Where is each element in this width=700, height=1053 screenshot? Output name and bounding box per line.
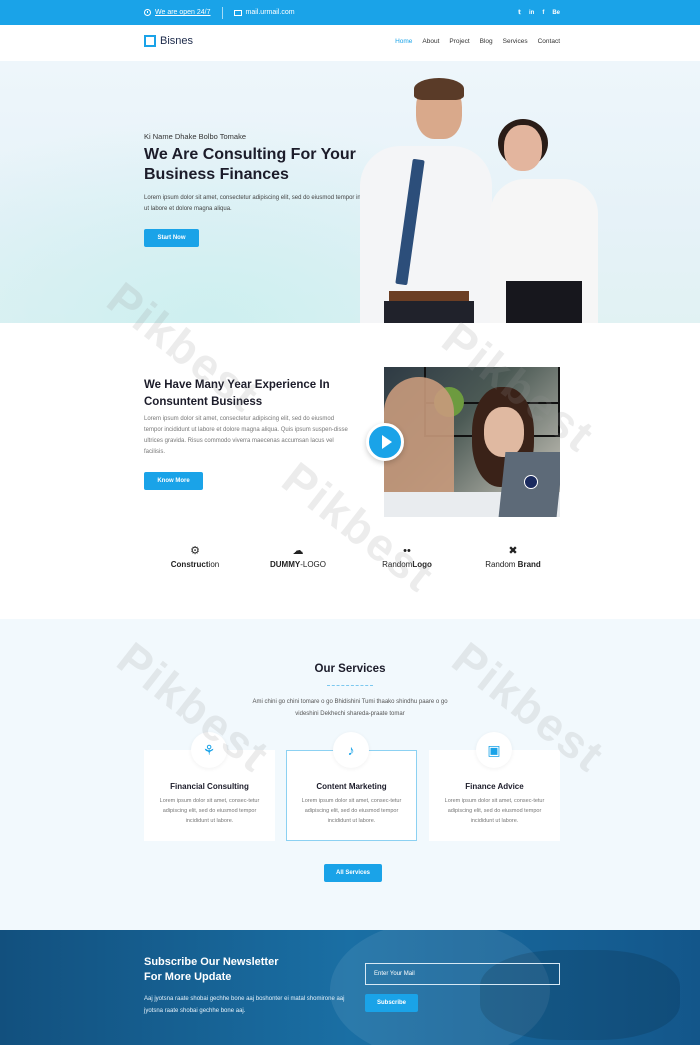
newsletter-section <box>0 930 700 1045</box>
gears-icon: ⚙ <box>190 545 200 557</box>
social-links: 𝕥 in f Be <box>518 0 560 25</box>
services-title: Our Services <box>314 663 386 675</box>
nav-contact[interactable]: Contact <box>538 38 560 45</box>
service-title: Finance Advice <box>465 782 524 791</box>
subscribe-button[interactable]: Subscribe <box>365 994 418 1012</box>
know-more-button[interactable]: Know More <box>144 472 203 490</box>
service-description: Lorem ipsum dolor sit amet, consec-tetur… <box>301 798 402 824</box>
nav-about[interactable]: About <box>422 38 439 45</box>
hero-description: Lorem ipsum dolor sit amet, consectetur … <box>144 195 382 212</box>
service-description: Lorem ipsum dolor sit amet, consec-tetur… <box>444 798 545 824</box>
play-button-icon[interactable] <box>366 423 404 461</box>
top-bar-contact: We are open 24/7 mail.urmail.com <box>144 0 295 25</box>
nav-blog[interactable]: Blog <box>480 38 493 45</box>
hero-kicker: Ki Name Dhake Bolbo Tomake <box>144 132 246 141</box>
clock-icon <box>144 9 151 16</box>
newsletter-email-input[interactable]: Enter Your Mail <box>365 963 560 985</box>
brand-random-brand: ✖ Random Brand <box>468 545 558 569</box>
facebook-icon[interactable]: f <box>542 10 544 16</box>
experience-description: Lorem ipsum dolor sit amet, consectetur … <box>144 416 348 455</box>
top-bar: We are open 24/7 mail.urmail.com 𝕥 in f … <box>0 0 700 25</box>
newsletter-title: Subscribe Our Newsletter For More Update <box>144 955 344 985</box>
glasses-icon: •• <box>403 545 411 557</box>
video-thumbnail[interactable] <box>384 367 560 517</box>
nav-services[interactable]: Services <box>503 38 528 45</box>
brand-label: Random Brand <box>485 560 541 569</box>
hero-title: We Are Consulting For Your Business Fina… <box>144 146 356 183</box>
open-hours-text[interactable]: We are open 24/7 <box>155 9 211 16</box>
hand-money-icon: ⚘ <box>191 732 227 768</box>
video-person-right-face <box>484 407 524 457</box>
navbar: Bisnes Home About Project Blog Services … <box>0 25 700 61</box>
cloud-icon: ☁ <box>292 545 304 557</box>
megaphone-icon: ♪ <box>333 732 369 768</box>
all-services-button[interactable]: All Services <box>324 864 382 882</box>
service-description: Lorem ipsum dolor sit amet, consec-tetur… <box>159 798 260 824</box>
newsletter-title-line2: For More Update <box>144 971 232 983</box>
nav-home[interactable]: Home <box>395 38 412 45</box>
newsletter-description: Aaj jyotsna raate shobai gechhe bone aaj… <box>144 996 345 1014</box>
laptop-logo-icon <box>524 475 538 489</box>
brand-label: RandomLogo <box>382 560 432 569</box>
money-icon: ▣ <box>476 732 512 768</box>
logo-text: Bisnes <box>160 35 194 47</box>
services-divider <box>327 685 373 686</box>
nav-project[interactable]: Project <box>449 38 469 45</box>
experience-title: We Have Many Year Experience In Consunte… <box>144 379 330 408</box>
brand-label-bold: Construction <box>170 560 220 569</box>
hero-man-pants <box>384 301 474 323</box>
email-text[interactable]: mail.urmail.com <box>246 9 295 16</box>
newsletter-title-line1: Subscribe Our Newsletter <box>144 956 279 968</box>
hero-section: Ki Name Dhake Bolbo Tomake We Are Consul… <box>0 61 700 323</box>
logo-mark-icon <box>144 35 156 47</box>
linkedin-icon[interactable]: in <box>529 10 534 16</box>
behance-icon[interactable]: Be <box>552 10 560 16</box>
service-title: Content Marketing <box>316 782 387 791</box>
twitter-icon[interactable]: 𝕥 <box>518 9 521 16</box>
divider <box>221 6 223 19</box>
brand-random-logo: •• RandomLogo <box>362 545 452 569</box>
services-description: Ami chini go chini tomare o go Bhidishin… <box>252 699 448 717</box>
logo[interactable]: Bisnes <box>144 35 193 47</box>
hero-man-hair <box>414 78 464 100</box>
mail-icon <box>233 9 242 16</box>
service-title: Financial Consulting <box>170 782 249 791</box>
open-hours: We are open 24/7 <box>144 9 211 16</box>
main-nav: Home About Project Blog Services Contact <box>395 38 560 45</box>
email-info: mail.urmail.com <box>233 9 295 16</box>
brand-dummy-logo: ☁ DUMMY-LOGO <box>253 545 343 569</box>
brand-label: DUMMY-LOGO <box>270 560 326 569</box>
brand-construction: ⚙ Construction <box>150 545 240 569</box>
start-now-button[interactable]: Start Now <box>144 229 199 247</box>
hero-woman-head <box>504 125 542 171</box>
tools-icon: ✖ <box>508 545 518 557</box>
footer-strip <box>0 1045 700 1053</box>
hero-woman-skirt <box>506 281 582 323</box>
hero-man-belt <box>389 291 469 301</box>
